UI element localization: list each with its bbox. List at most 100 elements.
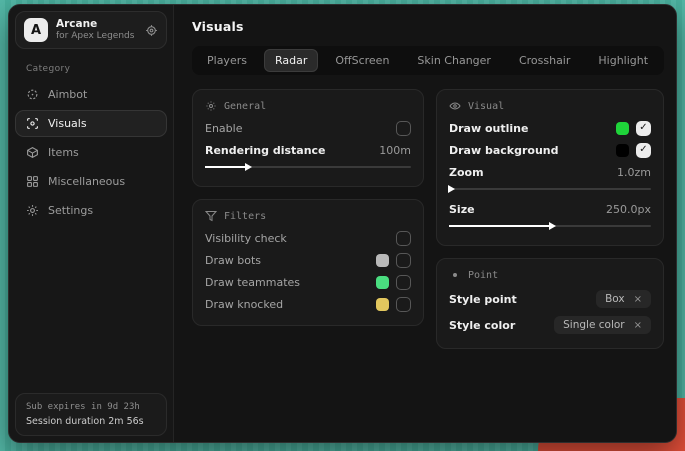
filters-panel: Filters Visibility check Draw bots	[192, 199, 424, 326]
app-title-block: Arcane for Apex Legends	[56, 18, 134, 42]
enable-label: Enable	[205, 122, 242, 135]
draw-outline-checkbox[interactable]	[636, 121, 651, 136]
sidebar-item-label: Items	[48, 146, 79, 159]
style-color-select[interactable]: Single color ×	[554, 316, 651, 334]
zoom-value: 1.0zm	[617, 166, 651, 179]
style-point-value: Box	[605, 293, 625, 305]
enable-row: Enable	[205, 117, 411, 139]
visual-panel: Visual Draw outline Draw background	[436, 89, 664, 246]
close-icon[interactable]: ×	[634, 294, 642, 305]
slider-fill	[449, 225, 550, 227]
sidebar: A Arcane for Apex Legends Category Aimbo…	[9, 5, 174, 442]
draw-teammates-row: Draw teammates	[205, 271, 411, 293]
sidebar-item-label: Aimbot	[48, 88, 87, 101]
size-slider[interactable]	[449, 221, 651, 231]
draw-background-row: Draw background	[449, 139, 651, 161]
draw-knocked-row: Draw knocked	[205, 293, 411, 315]
rendering-distance-label: Rendering distance	[205, 144, 326, 157]
draw-bots-row: Draw bots	[205, 249, 411, 271]
crosshair-icon	[26, 88, 39, 101]
box-icon	[26, 146, 39, 159]
visibility-check-label: Visibility check	[205, 232, 287, 245]
sidebar-item-aimbot[interactable]: Aimbot	[15, 81, 167, 108]
slider-thumb[interactable]	[245, 163, 252, 171]
right-column: Visual Draw outline Draw background	[436, 89, 664, 349]
session-duration-text: Session duration 2m 56s	[26, 416, 156, 427]
draw-knocked-checkbox[interactable]	[396, 297, 411, 312]
style-point-label: Style point	[449, 293, 517, 306]
style-point-row: Style point Box ×	[449, 286, 651, 312]
sidebar-item-items[interactable]: Items	[15, 139, 167, 166]
tab-offscreen[interactable]: OffScreen	[324, 49, 400, 72]
visibility-check-row: Visibility check	[205, 227, 411, 249]
scan-eye-icon	[26, 117, 39, 130]
tab-content: General Enable Rendering distance 100m	[192, 89, 664, 349]
sidebar-item-settings[interactable]: Settings	[15, 197, 167, 224]
gear-icon	[26, 204, 39, 217]
zoom-label: Zoom	[449, 166, 484, 179]
visuals-tabbar: Players Radar OffScreen Skin Changer Cro…	[192, 46, 664, 75]
sidebar-item-label: Settings	[48, 204, 93, 217]
general-panel-title: General	[224, 101, 266, 112]
slider-track	[449, 188, 651, 190]
style-color-label: Style color	[449, 319, 515, 332]
slider-thumb[interactable]	[549, 222, 556, 230]
main-panel: Visuals Players Radar OffScreen Skin Cha…	[174, 5, 676, 442]
style-color-value: Single color	[563, 319, 624, 331]
app-subtitle: for Apex Legends	[56, 31, 134, 42]
draw-outline-label: Draw outline	[449, 122, 528, 135]
point-panel: Point Style point Box × Style color	[436, 258, 664, 349]
size-value: 250.0px	[606, 203, 651, 216]
session-info-card: Sub expires in 9d 23h Session duration 2…	[15, 393, 167, 436]
tab-skin-changer[interactable]: Skin Changer	[406, 49, 502, 72]
tab-players[interactable]: Players	[196, 49, 258, 72]
draw-knocked-color-swatch[interactable]	[376, 298, 389, 311]
draw-bots-checkbox[interactable]	[396, 253, 411, 268]
draw-bots-color-swatch[interactable]	[376, 254, 389, 267]
draw-teammates-label: Draw teammates	[205, 276, 300, 289]
dot-icon	[449, 269, 461, 281]
app-logo: A	[24, 18, 48, 42]
draw-teammates-checkbox[interactable]	[396, 275, 411, 290]
style-point-select[interactable]: Box ×	[596, 290, 651, 308]
draw-knocked-label: Draw knocked	[205, 298, 283, 311]
header-gear-icon[interactable]	[145, 24, 158, 37]
sidebar-item-miscellaneous[interactable]: Miscellaneous	[15, 168, 167, 195]
rendering-distance-slider[interactable]	[205, 162, 411, 172]
visual-panel-title: Visual	[468, 101, 504, 112]
tab-radar[interactable]: Radar	[264, 49, 318, 72]
sidebar-item-label: Visuals	[48, 117, 87, 130]
draw-outline-color-swatch[interactable]	[616, 122, 629, 135]
category-label: Category	[26, 64, 167, 74]
slider-fill	[205, 166, 246, 168]
draw-background-label: Draw background	[449, 144, 559, 157]
eye-icon	[449, 100, 461, 112]
visual-panel-header: Visual	[449, 100, 651, 112]
tab-highlight[interactable]: Highlight	[587, 49, 659, 72]
sidebar-item-label: Miscellaneous	[48, 175, 125, 188]
tab-crosshair[interactable]: Crosshair	[508, 49, 581, 72]
general-panel: General Enable Rendering distance 100m	[192, 89, 424, 187]
visibility-check-checkbox[interactable]	[396, 231, 411, 246]
app-window: A Arcane for Apex Legends Category Aimbo…	[8, 4, 677, 443]
rendering-distance-value: 100m	[379, 144, 411, 157]
draw-bots-label: Draw bots	[205, 254, 261, 267]
size-row: Size 250.0px	[449, 198, 651, 220]
close-icon[interactable]: ×	[634, 320, 642, 331]
app-header-card: A Arcane for Apex Legends	[15, 11, 167, 49]
zoom-slider[interactable]	[449, 184, 651, 194]
draw-background-color-swatch[interactable]	[616, 144, 629, 157]
draw-teammates-color-swatch[interactable]	[376, 276, 389, 289]
sidebar-item-visuals[interactable]: Visuals	[15, 110, 167, 137]
style-color-row: Style color Single color ×	[449, 312, 651, 338]
enable-checkbox[interactable]	[396, 121, 411, 136]
point-panel-title: Point	[468, 270, 498, 281]
filters-panel-header: Filters	[205, 210, 411, 222]
app-name: Arcane	[56, 18, 134, 31]
draw-background-checkbox[interactable]	[636, 143, 651, 158]
filters-panel-title: Filters	[224, 211, 266, 222]
slider-thumb[interactable]	[448, 185, 455, 193]
funnel-icon	[205, 210, 217, 222]
layout-grid-icon	[26, 175, 39, 188]
general-panel-header: General	[205, 100, 411, 112]
